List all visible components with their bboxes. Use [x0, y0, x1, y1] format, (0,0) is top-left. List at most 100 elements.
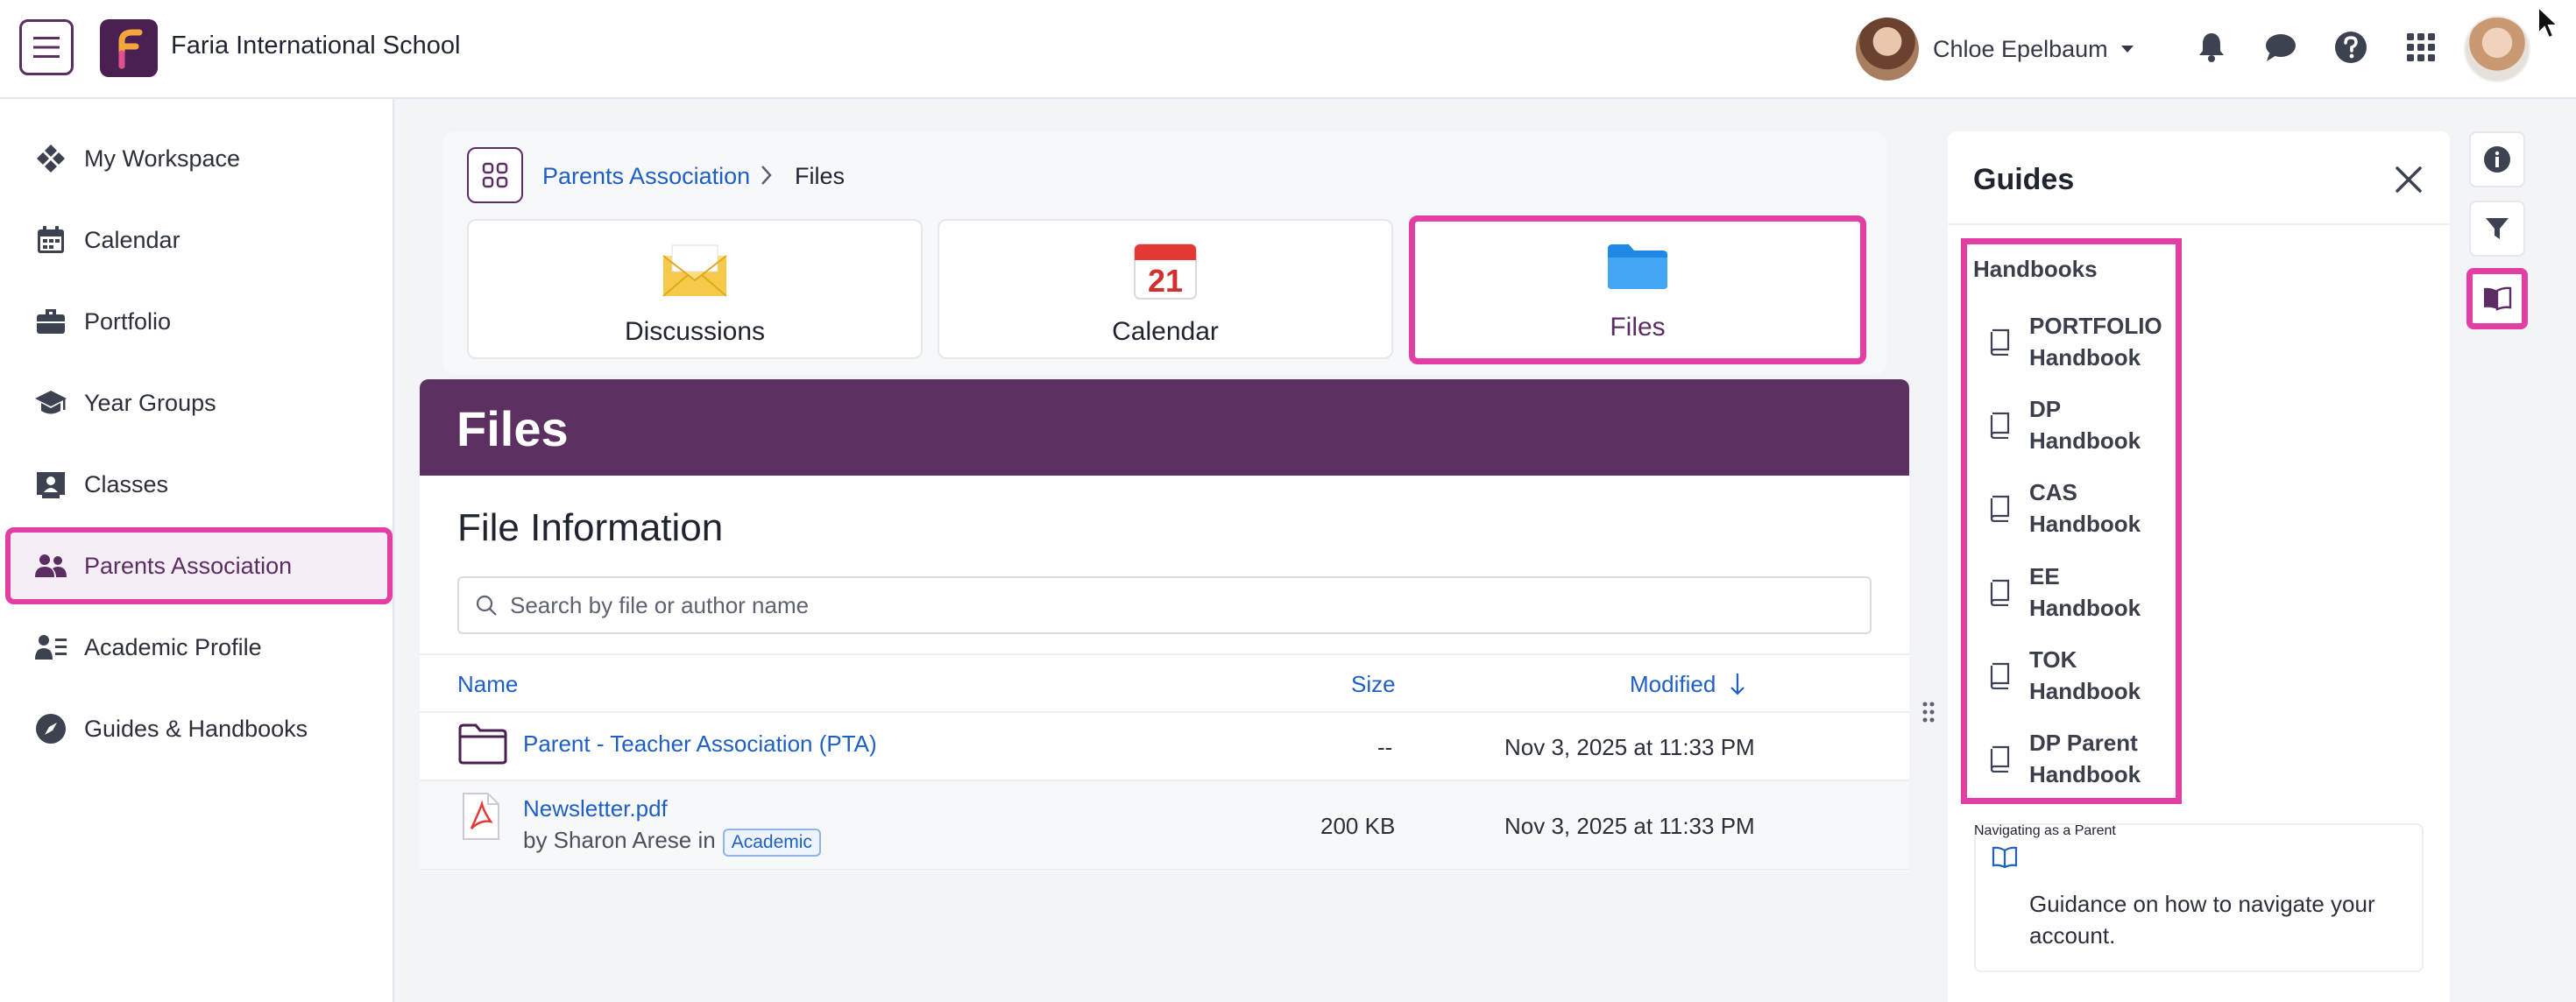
briefcase-icon: [33, 304, 68, 339]
bell-icon: [2199, 33, 2224, 62]
faria-logo-icon: [118, 29, 143, 69]
grid-dots-icon: [2407, 33, 2435, 61]
tile-files[interactable]: Files: [1409, 215, 1866, 364]
calendar-icon: 21: [1133, 240, 1198, 301]
sidebar-item-label: Guides & Handbooks: [84, 715, 308, 742]
notifications-button[interactable]: [2192, 28, 2231, 67]
search-input[interactable]: Search by file or author name: [457, 576, 1872, 634]
top-bar: Faria International School Chloe Epelbau…: [0, 0, 2576, 99]
files-banner-title: Files: [456, 401, 569, 456]
sidebar-item-label: Portfolio: [84, 307, 172, 335]
book-icon: [1990, 328, 2010, 356]
school-name[interactable]: Faria International School: [171, 32, 460, 60]
breadcrumb-parents-association[interactable]: Parents Association: [542, 163, 750, 190]
handbook-label: DP Handbook: [2029, 396, 2141, 454]
user-name: Chloe Epelbaum: [1933, 35, 2108, 62]
handbook-dp[interactable]: DP Handbook: [1989, 390, 2173, 460]
search-icon: [476, 595, 497, 616]
sidebar-item-label: Parents Association: [84, 552, 293, 579]
folder-outline-icon: [458, 723, 507, 765]
sidebar-item-my-workspace[interactable]: My Workspace: [11, 125, 387, 192]
info-icon: [2484, 146, 2510, 173]
table-header: Name Size Modified: [420, 653, 1909, 713]
tile-label: Calendar: [1112, 317, 1219, 346]
close-icon[interactable]: [2390, 161, 2427, 198]
workspace-icon: [33, 141, 68, 176]
handbook-label: TOK Handbook: [2029, 646, 2141, 704]
guide-card-description: Guidance on how to navigate your account…: [2029, 891, 2375, 949]
files-banner: Files: [420, 379, 1909, 476]
file-author-text: by Sharon Arese in: [523, 827, 716, 853]
file-name-link[interactable]: Newsletter.pdf: [523, 795, 668, 822]
divider: [1948, 223, 2450, 225]
column-header-modified[interactable]: Modified: [1630, 671, 1716, 698]
envelope-icon: [662, 240, 728, 301]
school-logo[interactable]: [100, 19, 158, 77]
user-menu[interactable]: Chloe Epelbaum: [1856, 16, 2134, 82]
sidebar-item-label: Calendar: [84, 226, 180, 253]
profile-avatar[interactable]: [2464, 16, 2530, 82]
sidebar: My Workspace Calendar Portfolio Year Gro…: [0, 99, 394, 1002]
apps-launcher-button[interactable]: [2402, 28, 2440, 67]
user-avatar: [1856, 18, 1919, 81]
app-grid-icon: [482, 162, 508, 188]
file-size: 200 KB: [1320, 813, 1396, 839]
handbook-tok[interactable]: TOK Handbook: [1989, 640, 2173, 710]
book-icon: [1990, 579, 2010, 606]
section-title: File Information: [457, 506, 724, 549]
sidebar-item-portfolio[interactable]: Portfolio: [11, 288, 387, 355]
sidebar-item-parents-association[interactable]: Parents Association: [5, 527, 393, 604]
svg-text:21: 21: [1148, 263, 1183, 299]
hamburger-icon: [33, 37, 60, 58]
filter-icon: [2486, 218, 2509, 239]
book-open-icon: [2484, 286, 2512, 311]
app-grid-button[interactable]: [467, 147, 523, 203]
sidebar-item-calendar[interactable]: Calendar: [11, 207, 387, 273]
sidebar-item-year-groups[interactable]: Year Groups: [11, 370, 387, 436]
file-size: --: [1377, 734, 1393, 760]
sidebar-item-label: Academic Profile: [84, 633, 262, 660]
folder-icon: [1606, 236, 1669, 297]
sidebar-item-classes[interactable]: Classes: [11, 451, 387, 518]
graduation-cap-icon: [33, 385, 68, 420]
tile-discussions[interactable]: Discussions: [467, 219, 923, 359]
handbook-label: CAS Handbook: [2029, 479, 2141, 537]
handbook-ee[interactable]: EE Handbook: [1989, 557, 2173, 627]
sidebar-item-guides-handbooks[interactable]: Guides & Handbooks: [11, 695, 387, 762]
handbook-label: PORTFOLIO Handbook: [2029, 313, 2162, 370]
handbook-portfolio[interactable]: PORTFOLIO Handbook: [1989, 307, 2173, 377]
mouse-cursor-icon: [2537, 5, 2559, 39]
chevron-right-icon: [761, 166, 772, 185]
hamburger-menu-button[interactable]: [19, 19, 74, 75]
book-icon: [1990, 662, 2010, 689]
guides-title: Guides: [1973, 163, 2075, 196]
help-icon: [2335, 32, 2367, 63]
resize-handle-icon[interactable]: [1921, 701, 1936, 723]
table-row[interactable]: Newsletter.pdf by Sharon Arese in Academi…: [420, 781, 1909, 871]
category-tag[interactable]: Academic: [722, 829, 821, 857]
guides-panel-button[interactable]: [2466, 268, 2528, 329]
help-button[interactable]: [2332, 28, 2370, 67]
chat-icon: [2266, 34, 2296, 61]
tile-label: Discussions: [624, 317, 766, 346]
sidebar-item-label: Year Groups: [84, 389, 216, 416]
handbook-cas[interactable]: CAS Handbook: [1989, 473, 2173, 543]
book-icon: [1990, 495, 2010, 522]
book-icon: [1990, 412, 2010, 439]
sidebar-item-label: My Workspace: [84, 145, 241, 172]
pdf-file-icon: [463, 793, 499, 840]
table-row[interactable]: Parent - Teacher Association (PTA) -- No…: [420, 713, 1909, 781]
file-name-link[interactable]: Parent - Teacher Association (PTA): [523, 730, 877, 758]
info-panel-button[interactable]: [2469, 131, 2525, 187]
file-modified: Nov 3, 2025 at 11:33 PM: [1504, 813, 1755, 839]
guide-card-title[interactable]: Navigating as a Parent: [1974, 823, 2116, 839]
tile-label: Files: [1610, 313, 1666, 342]
handbook-dp-parent[interactable]: DP Parent Handbook: [1989, 723, 2173, 794]
sidebar-item-academic-profile[interactable]: Academic Profile: [11, 614, 387, 681]
messages-button[interactable]: [2261, 28, 2300, 67]
column-header-size[interactable]: Size: [1351, 671, 1396, 698]
column-header-name[interactable]: Name: [457, 671, 518, 698]
sort-arrow-down-icon[interactable]: [1729, 671, 1746, 697]
tile-calendar[interactable]: 21 Calendar: [938, 219, 1393, 359]
filter-panel-button[interactable]: [2469, 201, 2525, 257]
